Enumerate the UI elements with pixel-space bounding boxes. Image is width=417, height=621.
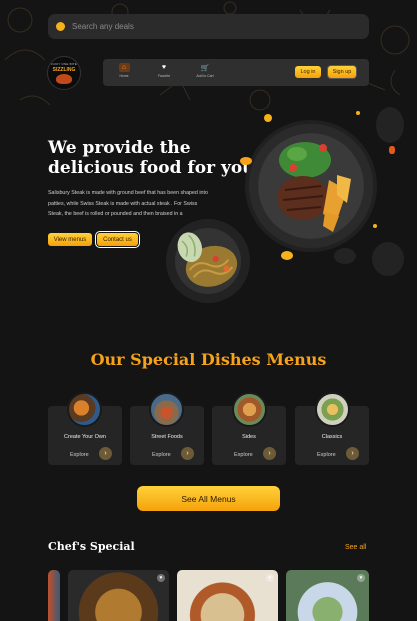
nav-favorite-label: Favorite — [157, 74, 171, 78]
see-all-menus-button[interactable]: See All Menus — [137, 486, 280, 511]
emoji-decoration — [264, 114, 272, 122]
view-menus-button[interactable]: View menus — [48, 233, 92, 246]
heart-icon: ♥ — [161, 64, 167, 71]
explore-label: Explore — [70, 452, 89, 458]
chef-dish-card[interactable] — [48, 570, 60, 621]
search-icon — [56, 22, 65, 31]
heart-icon[interactable]: ♥ — [157, 574, 165, 582]
logo-tagline: JUICY ONE BITE — [50, 62, 78, 66]
category-image — [232, 392, 267, 427]
nav-home[interactable]: ⌂ Home — [109, 63, 139, 78]
logo-name: SIZZLING — [52, 67, 76, 73]
nav-home-label: Home — [119, 74, 129, 78]
cart-icon: 🛒 — [200, 64, 210, 72]
chef-dish-card[interactable]: ♥ — [177, 570, 278, 621]
chef-dish-card[interactable]: ♥ — [286, 570, 369, 621]
decor-dot — [356, 111, 360, 115]
noodle-dish-illustration — [177, 232, 238, 287]
main-navbar: ⌂ Home ♥ Favorite 🛒 Add to Cart Log in S… — [103, 59, 369, 86]
category-name: Sides — [242, 434, 256, 440]
category-name: Create Your Own — [64, 434, 106, 440]
decor-leaf — [281, 251, 293, 260]
arrow-right-icon[interactable]: › — [181, 447, 194, 460]
decor-leaf — [240, 157, 252, 165]
contact-us-button[interactable]: Contact us — [95, 231, 140, 248]
noodle-plate-image — [156, 209, 260, 313]
arrow-right-icon[interactable]: › — [263, 447, 276, 460]
nav-cart[interactable]: 🛒 Add to Cart — [190, 63, 220, 79]
nav-favorite[interactable]: ♥ Favorite — [149, 63, 179, 78]
logo-emblem — [56, 74, 72, 84]
category-image — [315, 392, 350, 427]
hero-description: Salisbury Steak is made with ground beef… — [48, 190, 208, 217]
chili-decoration — [389, 146, 395, 154]
login-button[interactable]: Log in — [295, 66, 321, 78]
hero-title: We provide the delicious food for you — [48, 138, 268, 178]
hero-title-line1: We provide the — [48, 138, 191, 158]
brand-logo[interactable]: JUICY ONE BITE SIZZLING — [47, 56, 81, 90]
signup-button[interactable]: Sign up — [327, 65, 357, 79]
category-image — [67, 392, 102, 427]
decor-blob — [376, 107, 404, 143]
special-dishes-title: Our Special Dishes Menus — [90, 350, 327, 369]
steak-dish-illustration — [277, 142, 351, 232]
category-name: Street Foods — [151, 434, 183, 440]
nav-cart-label: Add to Cart — [196, 74, 214, 78]
search-bar[interactable] — [48, 14, 369, 39]
category-name: Classics — [321, 434, 343, 440]
explore-label: Explore — [234, 452, 253, 458]
home-icon: ⌂ — [118, 63, 130, 72]
hero-title-line2: delicious food for you — [48, 158, 255, 178]
chef-dish-card[interactable]: ♥ — [68, 570, 169, 621]
search-input[interactable] — [72, 22, 352, 31]
arrow-right-icon[interactable]: › — [99, 447, 112, 460]
explore-label: Explore — [317, 452, 336, 458]
arrow-right-icon[interactable]: › — [346, 447, 359, 460]
category-image — [149, 392, 184, 427]
heart-icon[interactable]: ♥ — [266, 574, 274, 582]
decor-dot — [373, 224, 377, 228]
chefs-special-title: Chef's Special — [48, 540, 135, 553]
heart-icon[interactable]: ♥ — [357, 574, 365, 582]
steak-plate-image — [245, 120, 377, 252]
see-all-link[interactable]: See all — [345, 544, 366, 551]
explore-label: Explore — [152, 452, 171, 458]
